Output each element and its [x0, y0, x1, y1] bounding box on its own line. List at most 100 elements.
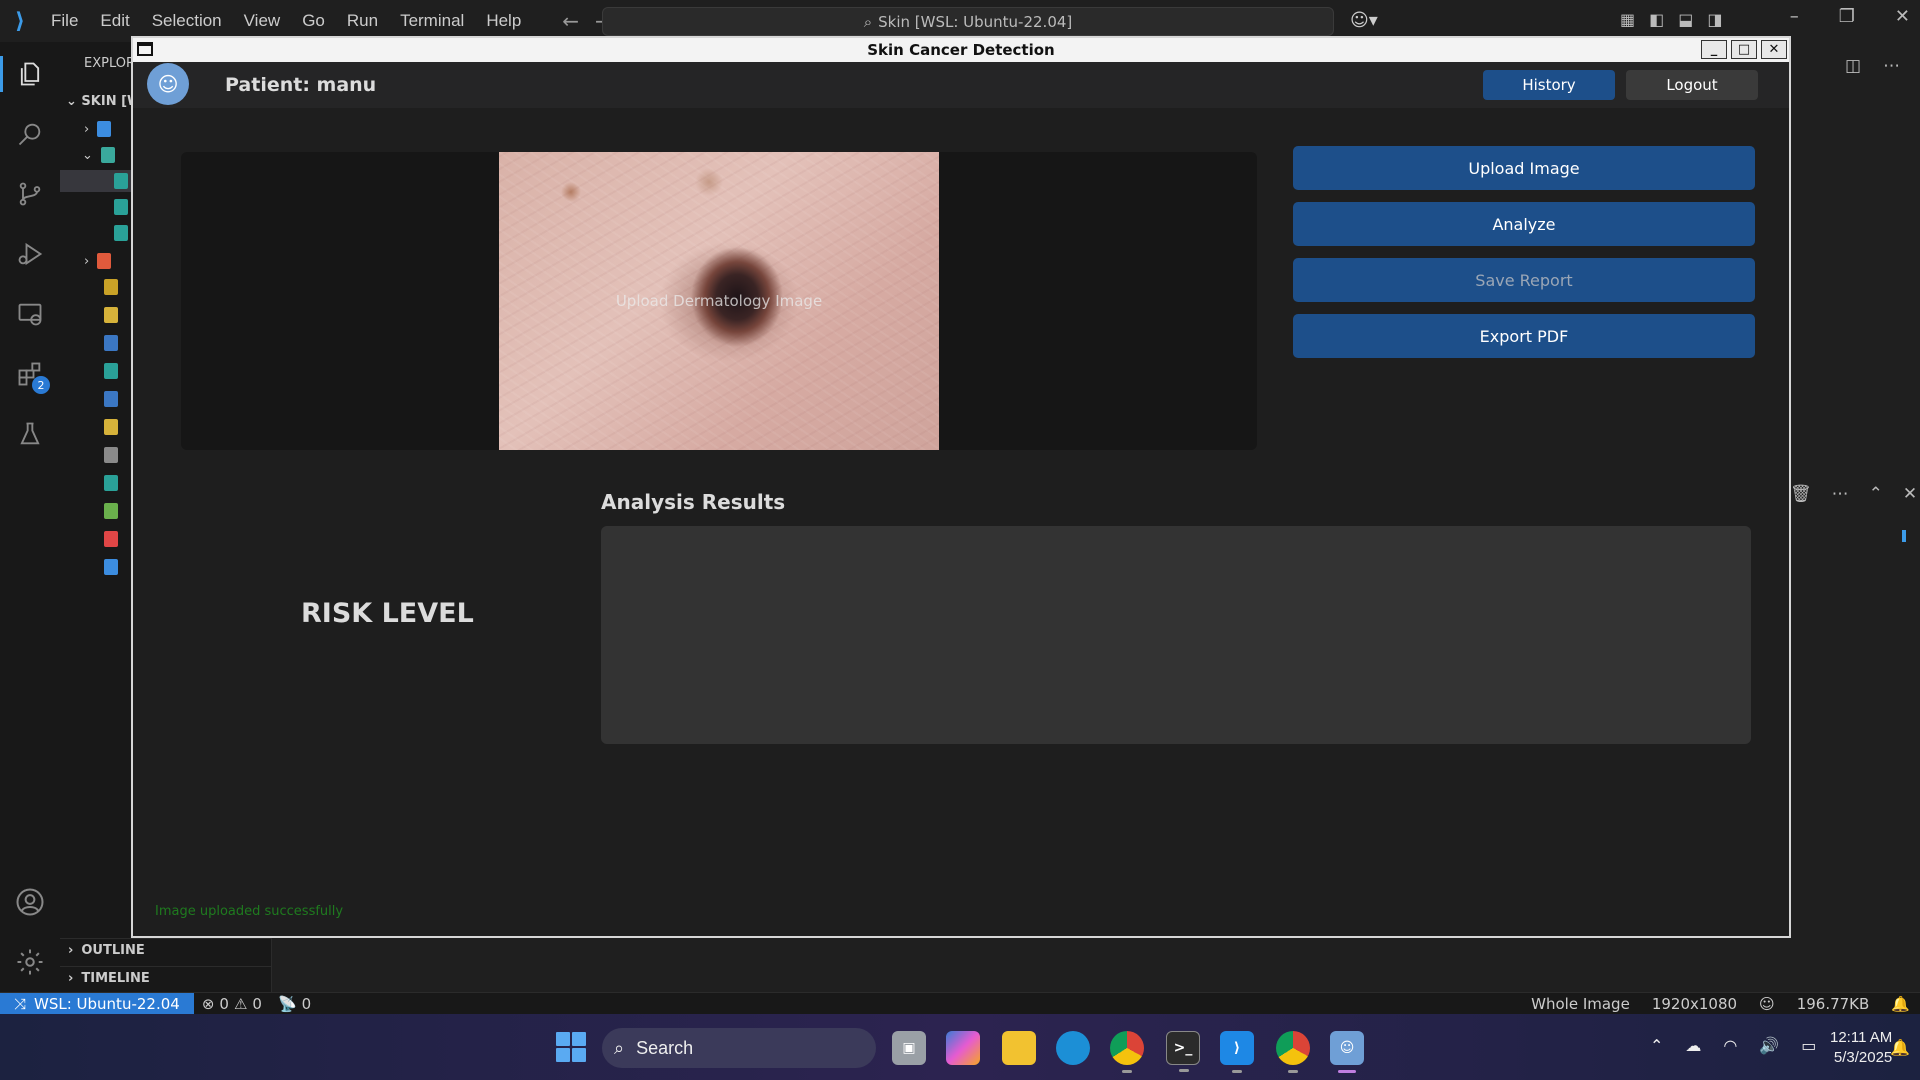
wifi-icon[interactable]: ◠: [1723, 1036, 1737, 1055]
settings-gear-icon[interactable]: [12, 944, 48, 980]
testing-icon[interactable]: [12, 416, 48, 452]
image-file-icon: [114, 199, 128, 215]
error-icon: ⊗: [201, 994, 215, 1013]
split-editor-icon[interactable]: ◫: [1845, 56, 1861, 76]
start-button[interactable]: [556, 1032, 586, 1062]
document-file-icon: [104, 559, 118, 575]
menu-help[interactable]: Help: [475, 11, 532, 31]
command-center-label: Skin [WSL: Ubuntu-22.04]: [878, 12, 1073, 31]
python-file-icon: [104, 391, 118, 407]
menu-terminal[interactable]: Terminal: [389, 11, 475, 31]
taskbar-clock[interactable]: 12:11 AM 5/3/2025: [1830, 1028, 1892, 1068]
chevron-up-icon[interactable]: ⌃: [1650, 1036, 1663, 1055]
toggle-panel-icon[interactable]: ⬓: [1678, 10, 1693, 29]
explorer-icon[interactable]: [0, 56, 48, 92]
edge-browser-icon[interactable]: [1056, 1031, 1090, 1065]
account-icon[interactable]: [12, 884, 48, 920]
warning-icon: ⚠: [233, 994, 248, 1013]
customize-layout-icon[interactable]: ▦: [1620, 10, 1635, 29]
app-maximize-icon[interactable]: □: [1731, 40, 1757, 59]
menu-run[interactable]: Run: [336, 11, 389, 31]
file-size: 196.77KB: [1796, 994, 1870, 1013]
extensions-icon[interactable]: 2: [12, 356, 50, 394]
app-window-title: Skin Cancer Detection: [867, 41, 1055, 59]
logout-button[interactable]: Logout: [1626, 70, 1758, 100]
outline-section[interactable]: › OUTLINE: [60, 938, 272, 962]
vscode-logo-icon: ⟩: [14, 8, 26, 34]
notes-file-icon: [104, 419, 118, 435]
windows-taskbar: ⌕ Search ▣ >_ ⟩ ☺ ⌃ ☁ ◠ 🔊 ▭ 12:11 AM 5/3…: [0, 1014, 1920, 1080]
folder-icon: [97, 253, 112, 269]
remote-icon: ⤨: [14, 994, 27, 1013]
analyze-button[interactable]: Analyze: [1293, 202, 1755, 246]
skin-app-taskbar-icon[interactable]: ☺: [1330, 1031, 1364, 1073]
volume-icon[interactable]: 🔊: [1759, 1036, 1779, 1055]
search-icon: ⌕: [863, 12, 873, 31]
extensions-badge: 2: [32, 376, 50, 394]
vscode-taskbar-icon[interactable]: ⟩: [1220, 1031, 1254, 1073]
chevron-right-icon: ›: [68, 971, 74, 986]
copilot-icon[interactable]: ☺▾: [1350, 10, 1378, 31]
chrome-icon[interactable]: [1110, 1031, 1144, 1073]
app-minimize-icon[interactable]: _: [1701, 40, 1727, 59]
trash-icon[interactable]: 🗑: [1790, 484, 1812, 504]
run-debug-icon[interactable]: [12, 236, 48, 272]
image-folder-icon: [100, 147, 115, 163]
app-header: ☺ Patient: manu History Logout: [133, 62, 1789, 108]
app-close-icon[interactable]: ✕: [1761, 40, 1787, 59]
activity-bar: 2: [0, 42, 60, 992]
image-resolution: 1920x1080: [1651, 994, 1738, 1013]
close-icon[interactable]: ✕: [1895, 6, 1910, 27]
search-icon[interactable]: [12, 116, 48, 152]
problems-indicator[interactable]: ⊗ 0 ⚠ 0: [194, 995, 270, 1013]
menu-file[interactable]: File: [40, 11, 89, 31]
dermatology-image: Upload Dermatology Image: [499, 152, 939, 450]
ports-indicator[interactable]: 📡 0: [270, 995, 319, 1013]
back-arrow-icon[interactable]: ←: [562, 9, 579, 33]
taskbar-search[interactable]: ⌕ Search: [602, 1028, 876, 1068]
explorer-title: EXPLOR: [84, 56, 136, 71]
upload-image-button[interactable]: Upload Image: [1293, 146, 1755, 190]
menu-selection[interactable]: Selection: [141, 11, 233, 31]
more-actions-icon[interactable]: ⋯: [1832, 484, 1849, 504]
remote-indicator[interactable]: ⤨ WSL: Ubuntu-22.04: [0, 992, 194, 1015]
more-actions-icon[interactable]: ⋯: [1883, 56, 1900, 76]
chevron-up-icon[interactable]: ⌃: [1869, 484, 1883, 504]
app-window: Skin Cancer Detection _ □ ✕ ☺ Patient: m…: [131, 36, 1791, 938]
notifications-bell-icon[interactable]: 🔔: [1891, 995, 1910, 1013]
timeline-section[interactable]: › TIMELINE: [60, 966, 272, 990]
restore-icon[interactable]: ❐: [1839, 6, 1855, 27]
toggle-sidebar-icon[interactable]: ◧: [1649, 10, 1664, 29]
results-textbox[interactable]: [601, 526, 1751, 744]
toggle-secondary-sidebar-icon[interactable]: ◨: [1707, 10, 1722, 29]
battery-icon[interactable]: ▭: [1801, 1036, 1816, 1055]
vscode-status-bar: ⤨ WSL: Ubuntu-22.04 ⊗ 0 ⚠ 0 📡 0 Whole Image …: [0, 992, 1920, 1015]
view-mode[interactable]: Whole Image: [1531, 995, 1630, 1013]
save-report-button[interactable]: Save Report: [1293, 258, 1755, 302]
clock-time: 12:11 AM: [1830, 1029, 1893, 1046]
export-pdf-button[interactable]: Export PDF: [1293, 314, 1755, 358]
chevron-right-icon: ›: [84, 121, 90, 137]
terminal-icon[interactable]: >_: [1166, 1031, 1200, 1072]
file-explorer-icon[interactable]: [1002, 1031, 1036, 1065]
command-center[interactable]: ⌕ Skin [WSL: Ubuntu-22.04]: [602, 7, 1334, 36]
menu-go[interactable]: Go: [291, 11, 336, 31]
close-panel-icon[interactable]: ✕: [1903, 484, 1917, 504]
task-view-icon[interactable]: ▣: [892, 1031, 926, 1065]
notification-center-icon[interactable]: 🔔: [1890, 1038, 1910, 1057]
copilot-status-icon[interactable]: ☺: [1759, 995, 1775, 1013]
remote-explorer-icon[interactable]: [12, 296, 48, 332]
broadcast-icon: 📡: [277, 994, 297, 1013]
chrome-profile-icon[interactable]: [1276, 1031, 1310, 1073]
chevron-right-icon: ›: [68, 943, 74, 958]
notes-file-icon: [104, 307, 118, 323]
minimize-icon[interactable]: –: [1790, 6, 1799, 27]
copilot-app-icon[interactable]: [946, 1031, 980, 1065]
onedrive-cloud-icon[interactable]: ☁: [1685, 1036, 1701, 1055]
history-button[interactable]: History: [1483, 70, 1615, 100]
menu-edit[interactable]: Edit: [89, 11, 140, 31]
menu-view[interactable]: View: [233, 11, 292, 31]
source-control-icon[interactable]: [12, 176, 48, 212]
text-file-icon: [104, 447, 118, 463]
risk-level-label: RISK LEVEL: [301, 598, 474, 629]
